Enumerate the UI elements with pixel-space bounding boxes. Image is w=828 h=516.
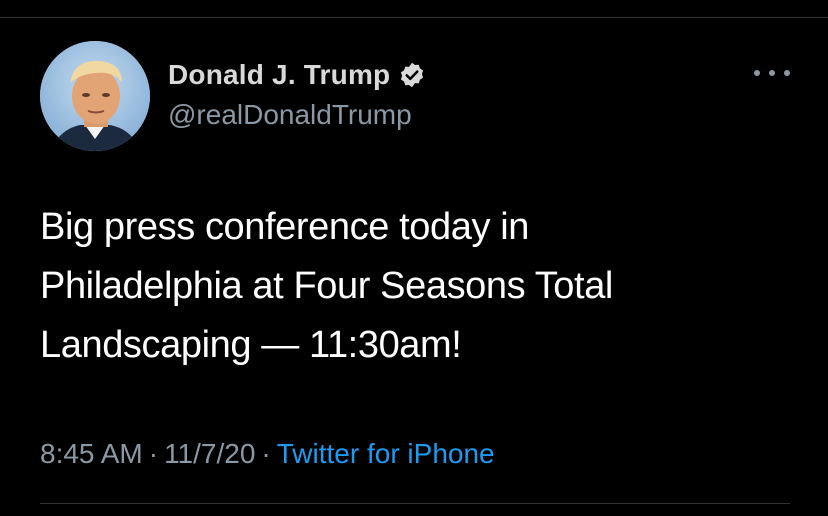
tweet-text-line: Big press conference today in	[40, 206, 530, 248]
tweet-date[interactable]: 11/7/20	[164, 438, 255, 469]
name-row: Donald J. Trump	[168, 57, 668, 93]
tweet-text-line: Philadelphia at Four Seasons Total	[40, 265, 613, 307]
handle[interactable]: @realDonaldTrump	[168, 99, 668, 131]
verified-badge-icon	[401, 62, 424, 88]
meta-separator: ·	[261, 438, 271, 469]
more-dot	[784, 70, 790, 76]
more-options-icon[interactable]	[754, 65, 790, 81]
more-dot	[769, 70, 775, 76]
bottom-divider	[40, 503, 790, 504]
tweet-header: Donald J. Trump @realDonaldTrump	[40, 41, 790, 151]
avatar[interactable]	[40, 41, 150, 151]
top-divider	[0, 17, 828, 18]
user-info: Donald J. Trump @realDonaldTrump	[168, 57, 668, 131]
tweet-text-line: Landscaping — 11:30am!	[40, 324, 462, 366]
avatar-image	[40, 41, 150, 151]
tweet-text: Big press conference today in Philadelph…	[40, 198, 800, 375]
tweet-meta: 8:45 AM · 11/7/20 · Twitter for iPhone	[40, 438, 495, 470]
display-name[interactable]: Donald J. Trump	[168, 59, 390, 91]
tweet-source-link[interactable]: Twitter for iPhone	[277, 438, 495, 469]
tweet-screen: Donald J. Trump @realDonaldTrump Big pre…	[0, 0, 828, 516]
meta-separator: ·	[148, 438, 159, 469]
tweet-time[interactable]: 8:45 AM	[40, 438, 143, 469]
more-dot	[754, 70, 760, 76]
